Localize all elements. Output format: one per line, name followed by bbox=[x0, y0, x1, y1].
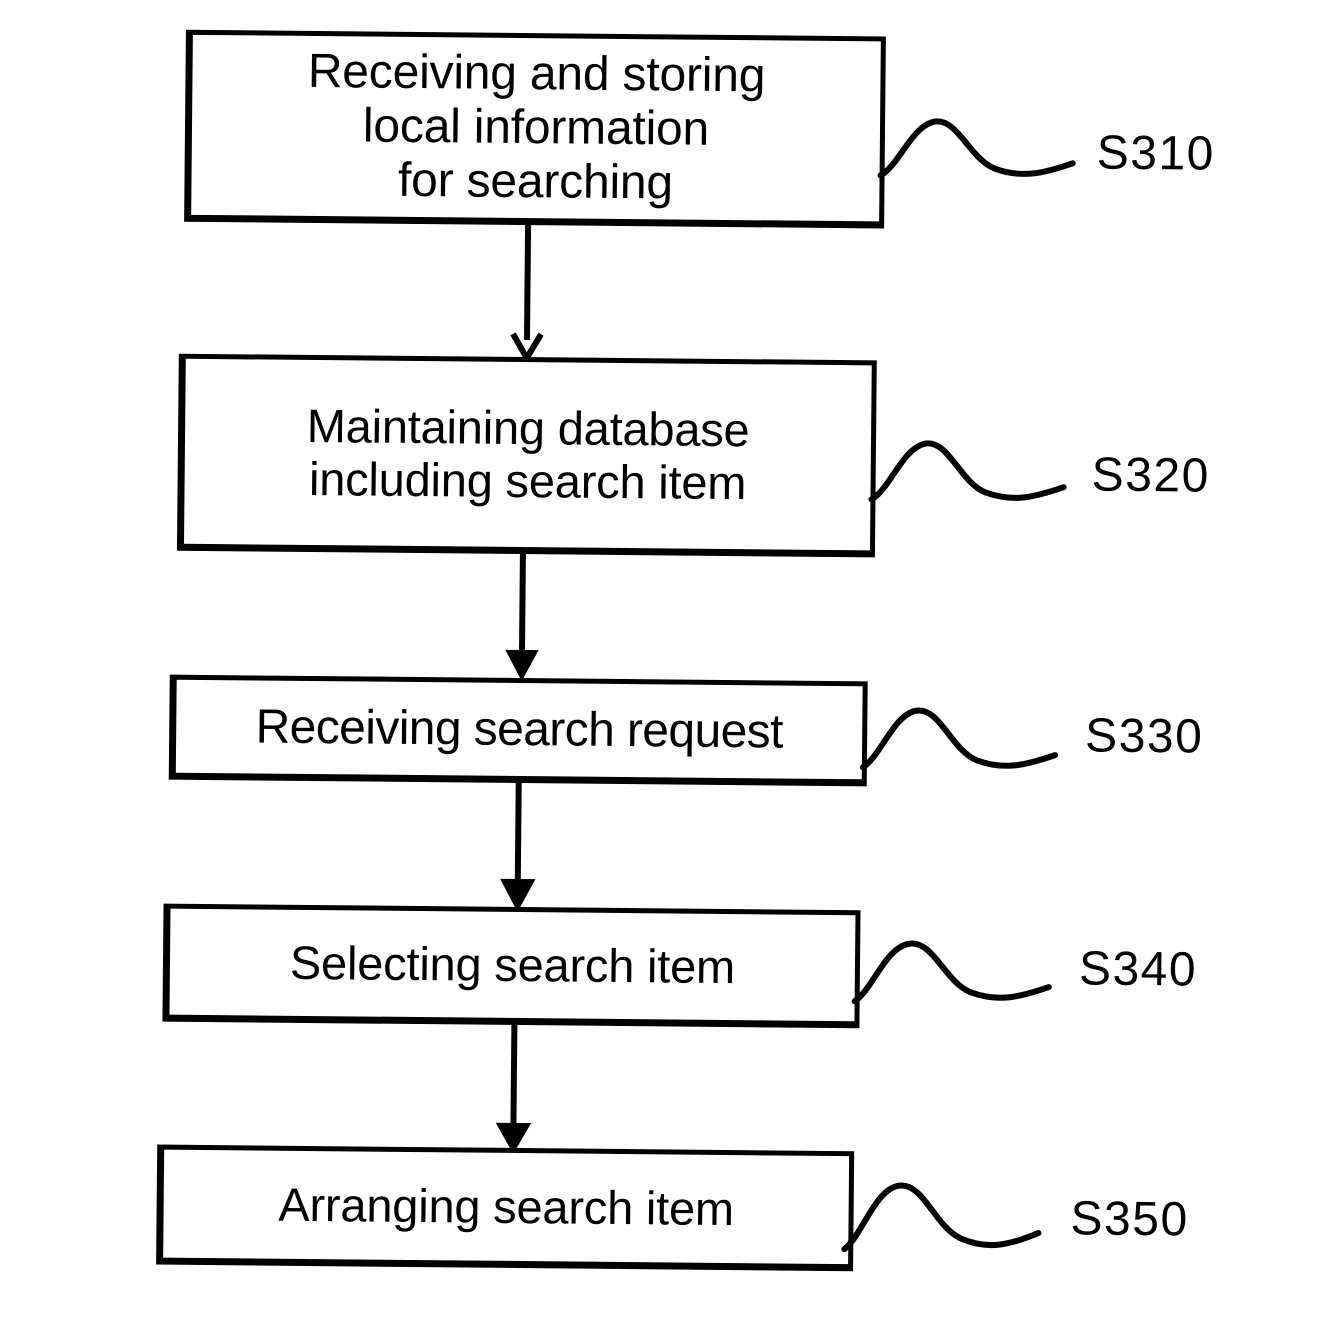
process-box-s320-label: Maintaining database including search it… bbox=[306, 398, 750, 509]
process-box-s310: Receiving and storing local information … bbox=[184, 29, 886, 229]
patent-flowchart-figure: Receiving and storing local information … bbox=[0, 0, 1324, 1335]
step-tag-s320: S320 bbox=[1091, 448, 1211, 503]
process-box-s340: Selecting search item bbox=[162, 903, 861, 1029]
process-box-s310-label: Receiving and storing local information … bbox=[307, 45, 766, 210]
connector-s330-to-s340 bbox=[500, 779, 536, 913]
step-tag-s310: S310 bbox=[1096, 126, 1216, 181]
leader-line-s330 bbox=[859, 707, 1059, 771]
leader-line-s350 bbox=[841, 1182, 1042, 1253]
leader-line-s320 bbox=[868, 440, 1067, 503]
process-box-s320: Maintaining database including search it… bbox=[176, 353, 877, 558]
process-box-s340-label: Selecting search item bbox=[289, 935, 736, 993]
connector-s340-to-s350 bbox=[495, 1021, 532, 1154]
leader-line-s340 bbox=[851, 940, 1052, 1005]
leader-line-s310 bbox=[877, 118, 1076, 179]
process-box-s330-label: Receiving search request bbox=[255, 700, 784, 759]
step-tag-s350: S350 bbox=[1070, 1192, 1189, 1247]
process-box-s350: Arranging search item bbox=[156, 1144, 855, 1272]
process-box-s350-label: Arranging search item bbox=[278, 1177, 735, 1235]
connector-s320-to-s330 bbox=[505, 550, 539, 682]
process-box-s330: Receiving search request bbox=[168, 674, 868, 787]
figure-skew-container: Receiving and storing local information … bbox=[0, 0, 1324, 1343]
step-tag-s330: S330 bbox=[1084, 709, 1204, 764]
connector-s310-to-s320 bbox=[510, 222, 544, 365]
step-tag-s340: S340 bbox=[1078, 942, 1198, 997]
